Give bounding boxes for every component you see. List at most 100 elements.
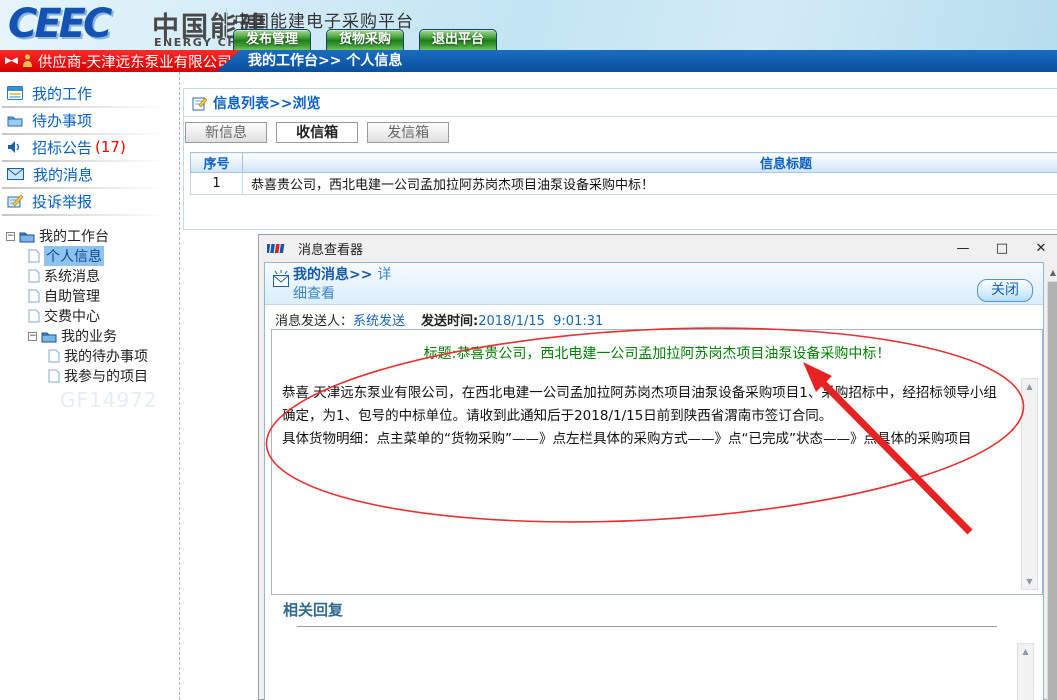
tree-node-label: 交费中心 [44, 306, 100, 326]
folder-icon [7, 114, 23, 127]
tree-node-my-projects[interactable]: 我参与的项目 [0, 366, 179, 386]
collapse-icon[interactable]: − [6, 232, 15, 241]
ceec-window-icon [267, 242, 285, 255]
tree-node-self-service[interactable]: 自助管理 [0, 286, 179, 306]
table-row[interactable]: 1 恭喜贵公司，西北电建一公司孟加拉阿苏岗杰项目油泵设备采购中标！ [191, 173, 1057, 195]
scroll-up-icon[interactable]: ▲ [1022, 379, 1037, 394]
collapse-icon[interactable]: − [28, 332, 37, 341]
file-icon [48, 369, 60, 383]
sidebar-item-todo[interactable]: 待办事项 [7, 109, 179, 131]
file-icon [48, 349, 60, 363]
status-bar: ▶◀ 供应商-天津远东泵业有限公司 我的工作台>> 个人信息 [0, 50, 1057, 72]
message-list-panel: 信息列表>>浏览 新信息 收信箱 发信箱 序号 信息标题 1 恭喜贵公司，西北电… [183, 88, 1057, 230]
message-scrollbar[interactable]: ▲ ▼ [1021, 378, 1038, 590]
unread-count-badge: (17) [95, 138, 126, 156]
scroll-up-icon[interactable]: ▲ [1018, 644, 1033, 659]
tab-outbox[interactable]: 发信箱 [367, 122, 449, 143]
window-titlebar[interactable]: 消息查看器 — □ ✕ [259, 235, 1057, 262]
tree-node-label: 我参与的项目 [64, 366, 148, 386]
send-time-value: 2018/1/15 9:01:31 [478, 314, 603, 329]
minimize-button[interactable]: — [951, 238, 975, 259]
supplier-banner: ▶◀ 供应商-天津远东泵业有限公司 [0, 50, 240, 72]
scroll-up-icon[interactable]: ▲ [1047, 265, 1057, 281]
ceec-logo: CEEC [8, 1, 109, 47]
message-content-box: 标题:恭喜贵公司，西北电建一公司孟加拉阿苏岗杰项目油泵设备采购中标！ 恭喜 天津… [271, 329, 1043, 595]
tree-node-my-business[interactable]: − 我的业务 [0, 326, 179, 346]
table-header-row: 序号 信息标题 [191, 153, 1057, 173]
sidebar-item-my-messages[interactable]: 我的消息 [7, 163, 179, 185]
sender-info-row: 消息发送人：系统发送发送时间:2018/1/15 9:01:31 [275, 310, 603, 329]
sidebar-item-complaint[interactable]: 投诉举报 [7, 190, 179, 212]
tree-node-workbench[interactable]: − 我的工作台 [0, 226, 179, 246]
close-button[interactable]: 关闭 [977, 279, 1033, 302]
file-icon [28, 309, 40, 323]
file-icon [28, 249, 40, 263]
nav-tab-publish[interactable]: 发布管理 [233, 29, 311, 50]
tree-node-label: 个人信息 [44, 246, 104, 266]
sidebar-item-label: 我的消息 [33, 164, 93, 185]
file-icon [28, 269, 40, 283]
send-time-label: 发送时间: [421, 314, 478, 329]
row-title-cell[interactable]: 恭喜贵公司，西北电建一公司孟加拉阿苏岗杰项目油泵设备采购中标！ [243, 173, 1057, 195]
reply-scrollbar[interactable]: ▲ [1017, 643, 1034, 700]
mailbox-tabs: 新信息 收信箱 发信箱 [185, 122, 1057, 144]
scrollbar-thumb[interactable] [1048, 282, 1057, 700]
watermark: GF14972 [60, 388, 158, 412]
person-icon [22, 54, 33, 68]
panel-title: 信息列表>>浏览 [213, 93, 320, 113]
nav-tab-exit[interactable]: 退出平台 [419, 29, 497, 50]
tree-node-payment-center[interactable]: 交费中心 [0, 306, 179, 326]
message-viewer-window: 消息查看器 — □ ✕ 我的消息>> 详细查看 关闭 消息发送人：系统发送发送时… [258, 234, 1057, 700]
related-replies-title: 相关回复 [283, 599, 343, 620]
top-nav-tabs: 发布管理 货物采购 退出平台 [233, 29, 497, 50]
message-body: 恭喜 天津远东泵业有限公司，在西北电建一公司孟加拉阿苏岗杰项目油泵设备采购项目1… [282, 382, 1008, 451]
tree-node-personal-info[interactable]: 个人信息 [0, 246, 179, 266]
file-icon [28, 289, 40, 303]
close-window-button[interactable]: ✕ [1029, 238, 1053, 259]
divider [2, 106, 165, 108]
tree-node-my-todo[interactable]: 我的待办事项 [0, 346, 179, 366]
scroll-down-icon[interactable]: ▼ [1022, 574, 1037, 589]
message-title: 标题:恭喜贵公司，西北电建一公司孟加拉阿苏岗杰项目油泵设备采购中标！ [272, 343, 1042, 363]
nav-tab-goods[interactable]: 货物采购 [326, 29, 404, 50]
folder-icon [41, 330, 57, 343]
speaker-icon [7, 140, 23, 154]
message-table: 序号 信息标题 1 恭喜贵公司，西北电建一公司孟加拉阿苏岗杰项目油泵设备采购中标… [190, 152, 1057, 195]
mail-icon [7, 168, 24, 180]
tree-node-label: 我的待办事项 [64, 346, 148, 366]
mail-open-icon [271, 270, 293, 288]
maximize-button[interactable]: □ [990, 238, 1014, 259]
tab-new-messages[interactable]: 新信息 [185, 122, 267, 143]
message-paragraph: 具体货物明细：点主菜单的“货物采购”——》点左栏具体的采购方式——》点“已完成”… [282, 428, 1008, 451]
play-pause-icon: ▶◀ [5, 56, 17, 66]
message-paragraph: 恭喜 天津远东泵业有限公司，在西北电建一公司孟加拉阿苏岗杰项目油泵设备采购项目1… [282, 382, 1008, 428]
section-title: 我的消息>> 详细查看 [293, 266, 401, 304]
tab-inbox[interactable]: 收信箱 [276, 122, 358, 143]
tree-node-system-messages[interactable]: 系统消息 [0, 266, 179, 286]
divider [297, 626, 997, 627]
sidebar-item-my-work[interactable]: 我的工作 [7, 82, 179, 104]
notepad-icon [192, 96, 207, 111]
pen-icon [7, 194, 23, 208]
app-screen: CEEC 中国能建 ENERGY CHINA 中国能建电子采购平台 发布管理 货… [0, 0, 1057, 700]
message-section-header: 我的消息>> 详细查看 关闭 [265, 263, 1043, 305]
sidebar: 我的工作 待办事项 招标公告(17) 我的消息 [0, 72, 180, 700]
window-scrollbar[interactable]: ▲ [1047, 265, 1057, 700]
divider [2, 214, 165, 216]
tree-node-label: 自助管理 [44, 286, 100, 306]
column-header-title: 信息标题 [243, 153, 1057, 173]
divider [2, 133, 165, 135]
sidebar-item-label: 投诉举报 [32, 191, 92, 212]
breadcrumb: 我的工作台>> 个人信息 [248, 50, 402, 72]
row-number-cell: 1 [191, 173, 243, 195]
divider [2, 187, 165, 189]
top-banner: CEEC 中国能建 ENERGY CHINA 中国能建电子采购平台 发布管理 货… [0, 0, 1057, 50]
column-header-no: 序号 [191, 153, 243, 173]
tree-node-label: 我的工作台 [39, 226, 109, 246]
supplier-name: 供应商-天津远东泵业有限公司 [38, 51, 232, 72]
sender-label: 消息发送人： [275, 314, 353, 329]
sidebar-item-tender-notice[interactable]: 招标公告(17) [7, 136, 179, 158]
window-title: 消息查看器 [298, 239, 363, 258]
tree-node-label: 我的业务 [61, 326, 117, 346]
sidebar-item-label: 我的工作 [32, 83, 92, 104]
